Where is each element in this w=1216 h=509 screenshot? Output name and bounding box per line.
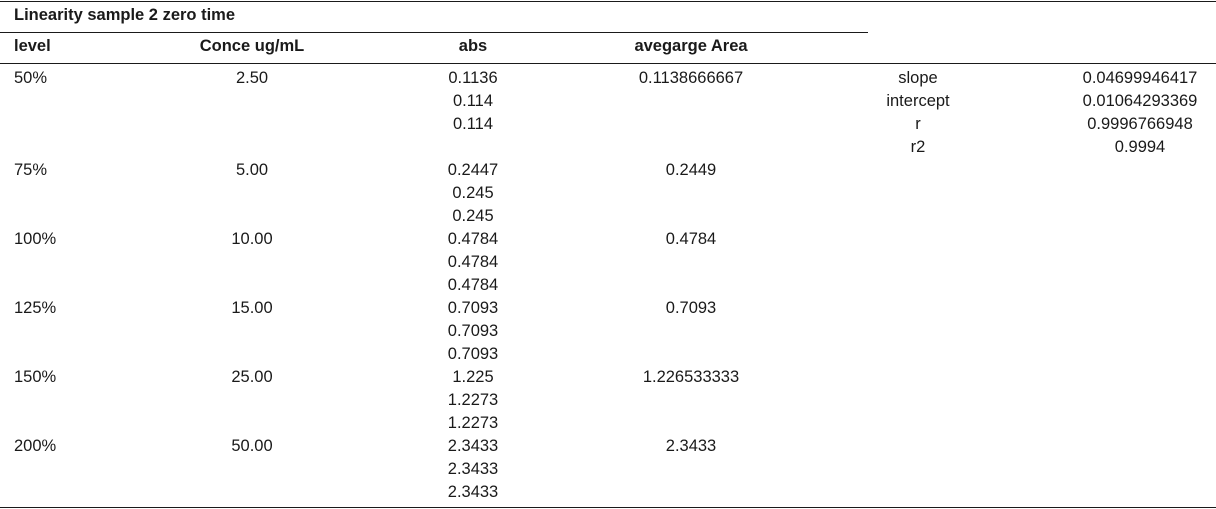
cell-average-area: 0.7093 <box>665 299 717 317</box>
stat-value-intercept: 0.01064293369 <box>1082 92 1198 110</box>
cell-level: 125% <box>14 299 57 317</box>
table-bottom-border <box>0 507 1216 508</box>
column-header-conce: Conce ug/mL <box>199 37 305 55</box>
abs-value: 1.2273 <box>447 414 499 432</box>
abs-value: 1.225 <box>452 368 494 386</box>
cell-conce: 15.00 <box>231 299 273 317</box>
abs-value: 1.2273 <box>447 391 499 409</box>
cell-average-area: 0.4784 <box>665 230 717 248</box>
abs-value: 0.4784 <box>447 276 499 294</box>
stat-value-r: 0.9996766948 <box>1087 115 1193 133</box>
cell-abs: 0.7093 0.7093 0.7093 <box>373 297 573 366</box>
column-header-average-area: avegarge Area <box>634 37 748 55</box>
stat-label-intercept: intercept <box>886 92 950 110</box>
stat-value-slope: 0.04699946417 <box>1082 69 1198 87</box>
stat-label-r: r <box>915 115 921 133</box>
abs-value: 0.7093 <box>447 322 499 340</box>
cell-average-area: 0.1138666667 <box>638 69 744 87</box>
linearity-table: Linearity sample 2 zero time level Conce… <box>0 0 1216 509</box>
cell-conce: 5.00 <box>235 161 269 179</box>
cell-average-area: 1.226533333 <box>642 368 740 386</box>
cell-abs: 1.225 1.2273 1.2273 <box>373 366 573 435</box>
cell-abs: 0.2447 0.245 0.245 <box>373 159 573 228</box>
abs-value: 0.4784 <box>447 230 499 248</box>
cell-level: 75% <box>14 161 48 179</box>
cell-level: 50% <box>14 69 48 87</box>
cell-conce: 50.00 <box>231 437 273 455</box>
cell-conce: 25.00 <box>231 368 273 386</box>
abs-value: 0.4784 <box>447 253 499 271</box>
stat-label-slope: slope <box>898 69 938 87</box>
cell-level: 150% <box>14 368 57 386</box>
abs-value: 2.3433 <box>447 483 499 501</box>
abs-value: 0.114 <box>452 92 494 110</box>
cell-level: 100% <box>14 230 57 248</box>
header-rule <box>0 63 1216 64</box>
abs-value: 0.245 <box>452 207 494 225</box>
abs-value: 0.1136 <box>448 69 498 87</box>
cell-conce: 2.50 <box>235 69 269 87</box>
cell-abs: 0.1136 0.114 0.114 <box>373 67 573 136</box>
abs-value: 2.3433 <box>447 437 499 455</box>
column-header-level: level <box>14 37 51 55</box>
column-header-row: level Conce ug/mL abs avegarge Area <box>0 37 868 59</box>
stat-value-r2: 0.9994 <box>1114 138 1166 156</box>
abs-value: 0.114 <box>452 115 494 133</box>
cell-average-area: 0.2449 <box>665 161 717 179</box>
stat-label-r2: r2 <box>910 138 926 156</box>
table-title: Linearity sample 2 zero time <box>14 6 236 24</box>
abs-value: 0.245 <box>452 184 494 202</box>
cell-conce: 10.00 <box>231 230 273 248</box>
abs-value: 0.7093 <box>447 299 499 317</box>
abs-value: 0.2447 <box>447 161 499 179</box>
cell-abs: 0.4784 0.4784 0.4784 <box>373 228 573 297</box>
title-rule <box>0 32 868 33</box>
cell-level: 200% <box>14 437 57 455</box>
table-top-border <box>0 1 1216 2</box>
column-header-abs: abs <box>458 37 488 55</box>
abs-value: 0.7093 <box>447 345 499 363</box>
cell-abs: 2.3433 2.3433 2.3433 <box>373 435 573 504</box>
cell-average-area: 2.3433 <box>665 437 717 455</box>
abs-value: 2.3433 <box>447 460 499 478</box>
